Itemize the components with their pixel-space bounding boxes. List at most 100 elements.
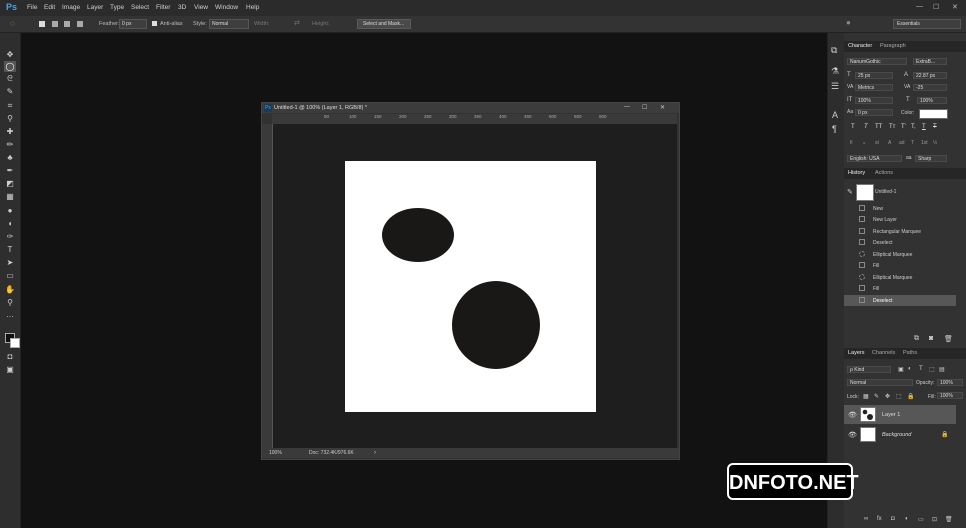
history-brush-tool-icon[interactable]: ✒	[4, 165, 16, 176]
brush-tool-icon[interactable]: ✏	[4, 139, 16, 150]
snapshot-camera-icon[interactable]: ◙	[929, 335, 933, 342]
ligatures-button[interactable]: fi	[850, 140, 853, 146]
path-selection-tool-icon[interactable]: ➤	[4, 257, 16, 268]
style-select[interactable]: Normal	[209, 19, 249, 29]
doc-maximize-icon[interactable]: ☐	[642, 104, 647, 111]
layer-row[interactable]: 👁 Background 🔒	[844, 425, 956, 444]
filter-adjustment-icon[interactable]: ◐	[908, 366, 912, 372]
subscript-button[interactable]: T,	[911, 124, 916, 130]
history-item[interactable]: Deselect	[844, 237, 956, 248]
type-tool-icon[interactable]: T	[4, 244, 16, 255]
menu-filter[interactable]: Filter	[156, 4, 170, 11]
menu-window[interactable]: Window	[215, 4, 238, 11]
history-item[interactable]: New	[844, 203, 956, 214]
menu-select[interactable]: Select	[131, 4, 149, 11]
faux-italic-button[interactable]: T	[864, 124, 868, 130]
filter-type-icon[interactable]: T	[919, 366, 923, 372]
fractions-button[interactable]: ½	[933, 140, 937, 146]
lock-image-icon[interactable]: ✎	[874, 393, 879, 400]
menu-type[interactable]: Type	[110, 4, 124, 11]
contextual-alternates-button[interactable]: ℴ	[863, 140, 865, 146]
add-mask-icon[interactable]: ◘	[891, 516, 895, 522]
edit-toolbar-icon[interactable]: ···	[4, 311, 16, 322]
delete-layer-icon[interactable]: 🗑	[945, 516, 953, 523]
zoom-level[interactable]: 100%	[269, 450, 282, 456]
new-layer-icon[interactable]: ⊡	[932, 516, 937, 523]
lasso-tool-icon[interactable]: ᘓ	[4, 73, 16, 84]
screen-mode-icon[interactable]: ▣	[4, 364, 16, 375]
new-selection-icon[interactable]	[39, 21, 45, 27]
filter-smart-object-icon[interactable]: ▤	[939, 366, 945, 373]
lock-transparent-icon[interactable]: ▦	[863, 393, 869, 400]
fill-input[interactable]: 100%	[937, 392, 963, 399]
tab-layers[interactable]: Layers	[848, 350, 865, 356]
text-color-swatch[interactable]	[919, 109, 948, 119]
clone-stamp-tool-icon[interactable]: ♣	[4, 152, 16, 163]
pen-tool-icon[interactable]: ✑	[4, 231, 16, 242]
layer-style-icon[interactable]: fx	[877, 516, 882, 522]
menu-layer[interactable]: Layer	[87, 4, 103, 11]
history-item[interactable]: Elliptical Marquee	[844, 249, 956, 260]
history-item[interactable]: Fill	[844, 260, 956, 271]
intersect-selection-icon[interactable]	[77, 21, 83, 27]
tab-history[interactable]: History	[848, 170, 865, 176]
layer-name[interactable]: Background	[882, 432, 911, 438]
quick-selection-tool-icon[interactable]: ✎	[4, 86, 16, 97]
menu-edit[interactable]: Edit	[44, 4, 55, 11]
font-family-select[interactable]: NanumGothic	[847, 58, 907, 65]
faux-bold-button[interactable]: T	[851, 124, 855, 130]
status-arrow-icon[interactable]: ›	[374, 450, 376, 456]
menu-view[interactable]: View	[194, 4, 208, 11]
tab-paragraph[interactable]: Paragraph	[880, 43, 906, 49]
crop-tool-icon[interactable]: ⌗	[4, 100, 16, 111]
hand-tool-icon[interactable]: ✋	[4, 284, 16, 295]
filter-pixel-icon[interactable]: ▣	[898, 366, 904, 373]
add-selection-icon[interactable]	[52, 21, 58, 27]
superscript-button[interactable]: T'	[901, 124, 906, 130]
titling-alternates-button[interactable]: T	[911, 140, 914, 146]
menu-3d[interactable]: 3D	[178, 4, 186, 11]
healing-brush-tool-icon[interactable]: ✚	[4, 126, 16, 137]
baseline-shift-input[interactable]: 0 px	[855, 109, 893, 116]
history-item[interactable]: Elliptical Marquee	[844, 272, 956, 283]
close-icon[interactable]: ✕	[952, 3, 958, 11]
type-panel-icon[interactable]: A	[832, 110, 838, 120]
dodge-tool-icon[interactable]: ◖	[4, 218, 16, 229]
link-layers-icon[interactable]: ∞	[864, 516, 868, 522]
history-brush-source-icon[interactable]: ✎	[847, 188, 853, 196]
lock-artboard-icon[interactable]: ⬚	[896, 393, 902, 400]
lock-position-icon[interactable]: ✥	[885, 393, 890, 400]
font-style-select[interactable]: ExtraB...	[913, 58, 947, 65]
small-caps-button[interactable]: Tт	[889, 124, 895, 130]
stylistic-alternates-button[interactable]: ad	[899, 140, 905, 146]
ordinals-button[interactable]: 1st	[921, 140, 928, 146]
doc-minimize-icon[interactable]: —	[624, 104, 630, 110]
layer-filter-kind[interactable]: ρ Kind	[847, 366, 891, 373]
filter-shape-icon[interactable]: ⬚	[929, 366, 935, 373]
tracking-select[interactable]: -25	[913, 84, 947, 91]
menu-image[interactable]: Image	[62, 4, 80, 11]
tab-character[interactable]: Character	[848, 43, 872, 49]
document-title-bar[interactable]: Ps Untitled-1 @ 100% (Layer 1, RGB/8) * …	[262, 103, 679, 113]
quick-mask-icon[interactable]: ◘	[4, 351, 16, 362]
blend-mode-select[interactable]: Normal	[847, 379, 913, 386]
eraser-tool-icon[interactable]: ◩	[4, 178, 16, 189]
subtract-selection-icon[interactable]	[64, 21, 70, 27]
swap-icon[interactable]: ⇄	[294, 19, 300, 27]
tab-channels[interactable]: Channels	[872, 350, 895, 356]
new-group-icon[interactable]: ▭	[918, 516, 924, 523]
strikethrough-button[interactable]: T	[933, 124, 937, 130]
eyedropper-tool-icon[interactable]: ⚲	[4, 113, 16, 124]
all-caps-button[interactable]: TT	[875, 124, 882, 130]
history-item-selected[interactable]: Deselect	[844, 295, 956, 306]
rectangle-tool-icon[interactable]: ▭	[4, 270, 16, 281]
vertical-scale-input[interactable]: 100%	[855, 97, 893, 104]
marquee-tool-preset-icon[interactable]: ◌	[10, 19, 15, 28]
font-size-input[interactable]: 25 px	[855, 72, 893, 79]
visibility-eye-icon[interactable]: 👁	[848, 431, 857, 439]
leading-input[interactable]: 22.87 px	[913, 72, 947, 79]
background-color-swatch[interactable]	[10, 338, 20, 348]
new-document-from-state-icon[interactable]: ⧉	[914, 335, 919, 343]
vertical-ruler[interactable]	[262, 124, 273, 449]
swash-button[interactable]: A	[888, 140, 891, 146]
